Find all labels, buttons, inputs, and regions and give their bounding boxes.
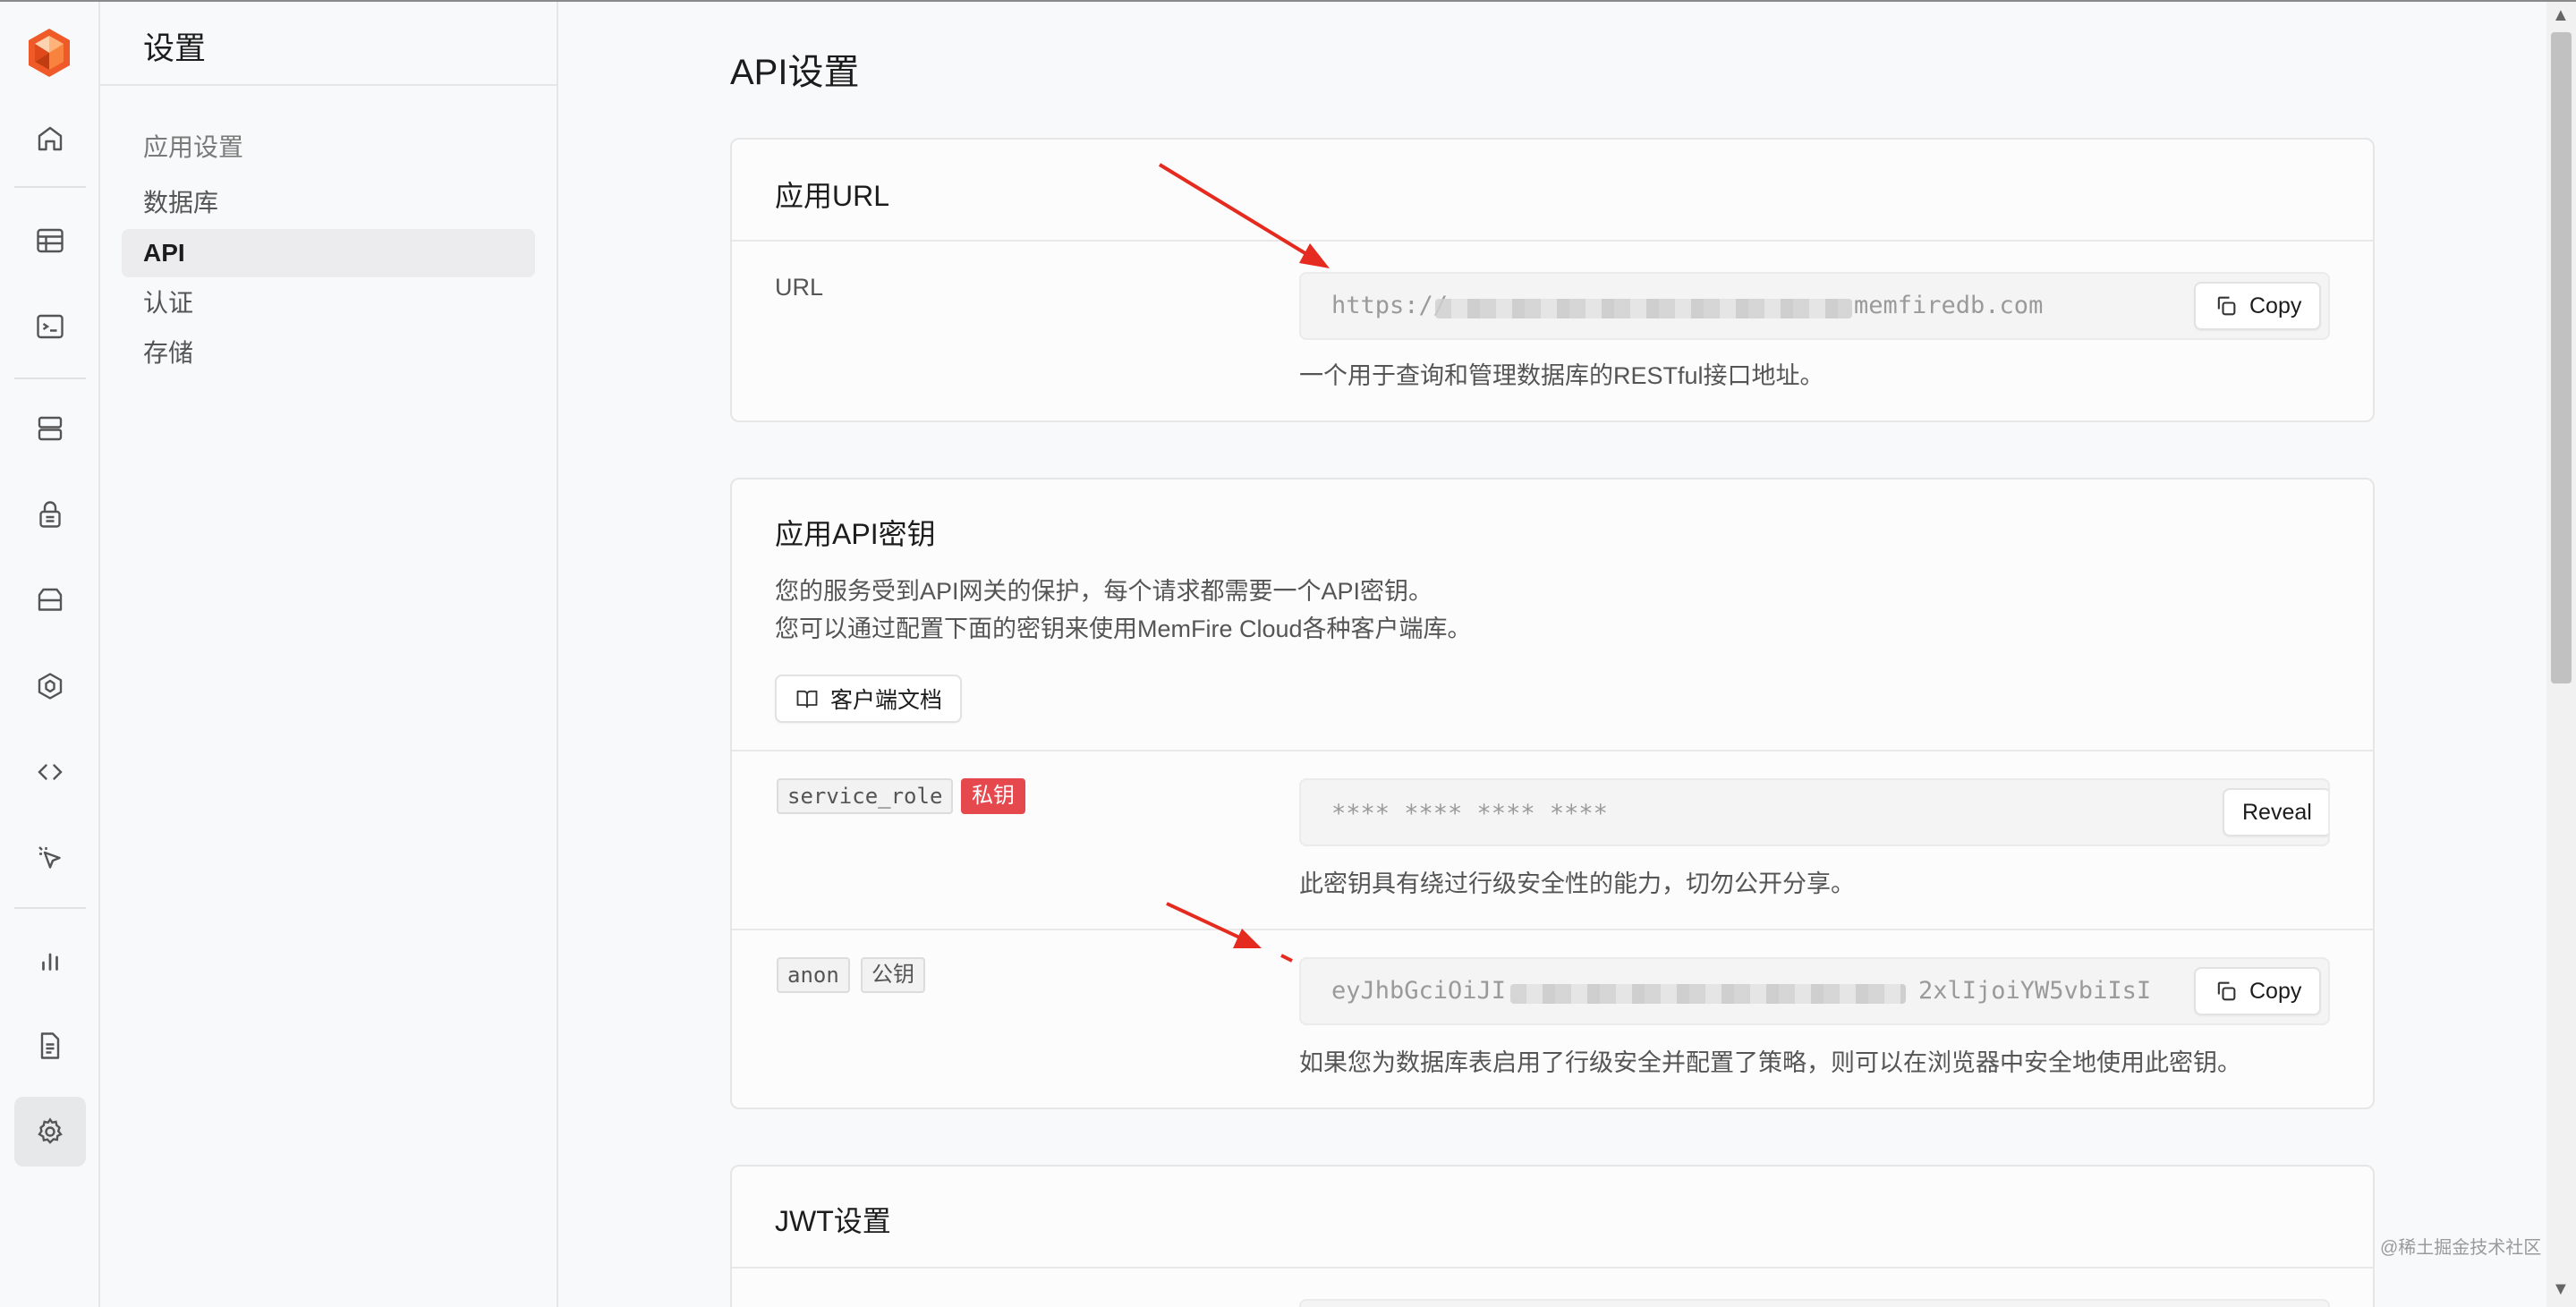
menu-group-app-settings: 应用设置 <box>143 133 244 161</box>
redacted-url-blur <box>1435 299 1852 318</box>
url-card-title: 应用URL <box>775 180 890 212</box>
menu-title: 设置 <box>143 31 207 66</box>
settings-gear-icon[interactable] <box>14 1097 86 1167</box>
secret-key-badge: 私钥 <box>961 778 1025 814</box>
anon-key-name: anon <box>777 957 850 993</box>
menu-item-database[interactable]: 数据库 <box>122 179 535 227</box>
scroll-down-arrow-icon[interactable]: ▼ <box>2552 1279 2570 1300</box>
service-role-help-text: 此密钥具有绕过行级安全性的能力，切勿公开分享。 <box>1299 870 1855 897</box>
page-title: API设置 <box>730 53 860 92</box>
edge-functions-icon[interactable] <box>14 651 86 721</box>
menu-item-storage[interactable]: 存储 <box>122 329 535 378</box>
anon-key-input[interactable]: eyJhbGciOiJI 2xlIjoiYW5vbiIsI Copy <box>1299 957 2330 1025</box>
scroll-up-arrow-icon[interactable]: ▲ <box>2552 5 2570 26</box>
code-icon[interactable] <box>14 737 86 807</box>
copy-url-label: Copy <box>2249 293 2302 318</box>
api-keys-card-title: 应用API密钥 <box>775 518 936 550</box>
service-role-key-input[interactable]: **** **** **** **** Reveal <box>1299 778 2330 846</box>
main-content: API设置 应用URL URL https:// memfiredb.com C… <box>558 2 2546 1307</box>
client-docs-label: 客户端文档 <box>830 688 943 713</box>
reveal-button[interactable]: Reveal <box>2223 788 2328 836</box>
client-docs-button[interactable]: 客户端文档 <box>775 675 963 723</box>
url-help-text: 一个用于查询和管理数据库的RESTful接口地址。 <box>1299 362 1824 389</box>
settings-menu: 设置 应用设置 数据库 API 认证 存储 <box>100 2 558 1307</box>
copy-anon-key-button[interactable]: Copy <box>2194 967 2322 1015</box>
jwt-settings-card: JWT设置 <box>730 1165 2375 1307</box>
scrollbar-thumb[interactable] <box>2551 32 2572 683</box>
service-role-key-name: service_role <box>777 778 954 814</box>
public-key-badge: 公钥 <box>861 957 925 993</box>
copy-icon <box>2217 296 2236 316</box>
api-keys-desc-line2: 您可以通过配置下面的密钥来使用MemFire Cloud各种客户端库。 <box>775 615 1472 642</box>
pointer-icon[interactable] <box>14 823 86 893</box>
memfire-logo-icon[interactable] <box>23 27 75 79</box>
url-value-start: https:// <box>1331 292 1449 319</box>
database-icon[interactable] <box>14 394 86 463</box>
reports-chart-icon[interactable] <box>14 925 86 995</box>
jwt-secret-input[interactable] <box>1299 1299 2330 1307</box>
copy-url-button[interactable]: Copy <box>2194 282 2322 330</box>
redacted-anon-key-blur <box>1510 984 1906 1004</box>
url-input[interactable]: https:// memfiredb.com Copy <box>1299 272 2330 340</box>
home-icon[interactable] <box>14 104 86 174</box>
sql-terminal-icon[interactable] <box>14 292 86 361</box>
reveal-label: Reveal <box>2242 799 2312 825</box>
url-value-end: memfiredb.com <box>1854 292 2044 319</box>
anon-help-text: 如果您为数据库表启用了行级安全并配置了策略，则可以在浏览器中安全地使用此密钥。 <box>1299 1049 2241 1076</box>
menu-item-auth[interactable]: 认证 <box>122 279 535 327</box>
jwt-card-title: JWT设置 <box>775 1205 891 1237</box>
copy-icon <box>2217 981 2236 1001</box>
book-icon <box>796 690 818 709</box>
menu-item-api[interactable]: API <box>122 229 535 277</box>
watermark: @稀土掘金技术社区 <box>2380 1238 2542 1258</box>
app-url-card: 应用URL URL https:// memfiredb.com Copy 一个… <box>730 138 2375 422</box>
service-role-masked-value: **** **** **** **** <box>1331 800 1608 827</box>
anon-key-value-start: eyJhbGciOiJI <box>1331 977 1507 1005</box>
storage-icon[interactable] <box>14 565 86 635</box>
logs-document-icon[interactable] <box>14 1011 86 1081</box>
auth-lock-icon[interactable] <box>14 480 86 549</box>
icon-sidebar <box>0 2 100 1307</box>
url-field-label: URL <box>775 274 824 301</box>
copy-anon-key-label: Copy <box>2249 978 2302 1004</box>
anon-key-value-end: 2xlIjoiYW5vbiIsI <box>1918 977 2152 1005</box>
api-keys-card: 应用API密钥 您的服务受到API网关的保护，每个请求都需要一个API密钥。 您… <box>730 478 2375 1109</box>
table-editor-icon[interactable] <box>14 206 86 276</box>
api-keys-desc-line1: 您的服务受到API网关的保护，每个请求都需要一个API密钥。 <box>775 578 1433 605</box>
